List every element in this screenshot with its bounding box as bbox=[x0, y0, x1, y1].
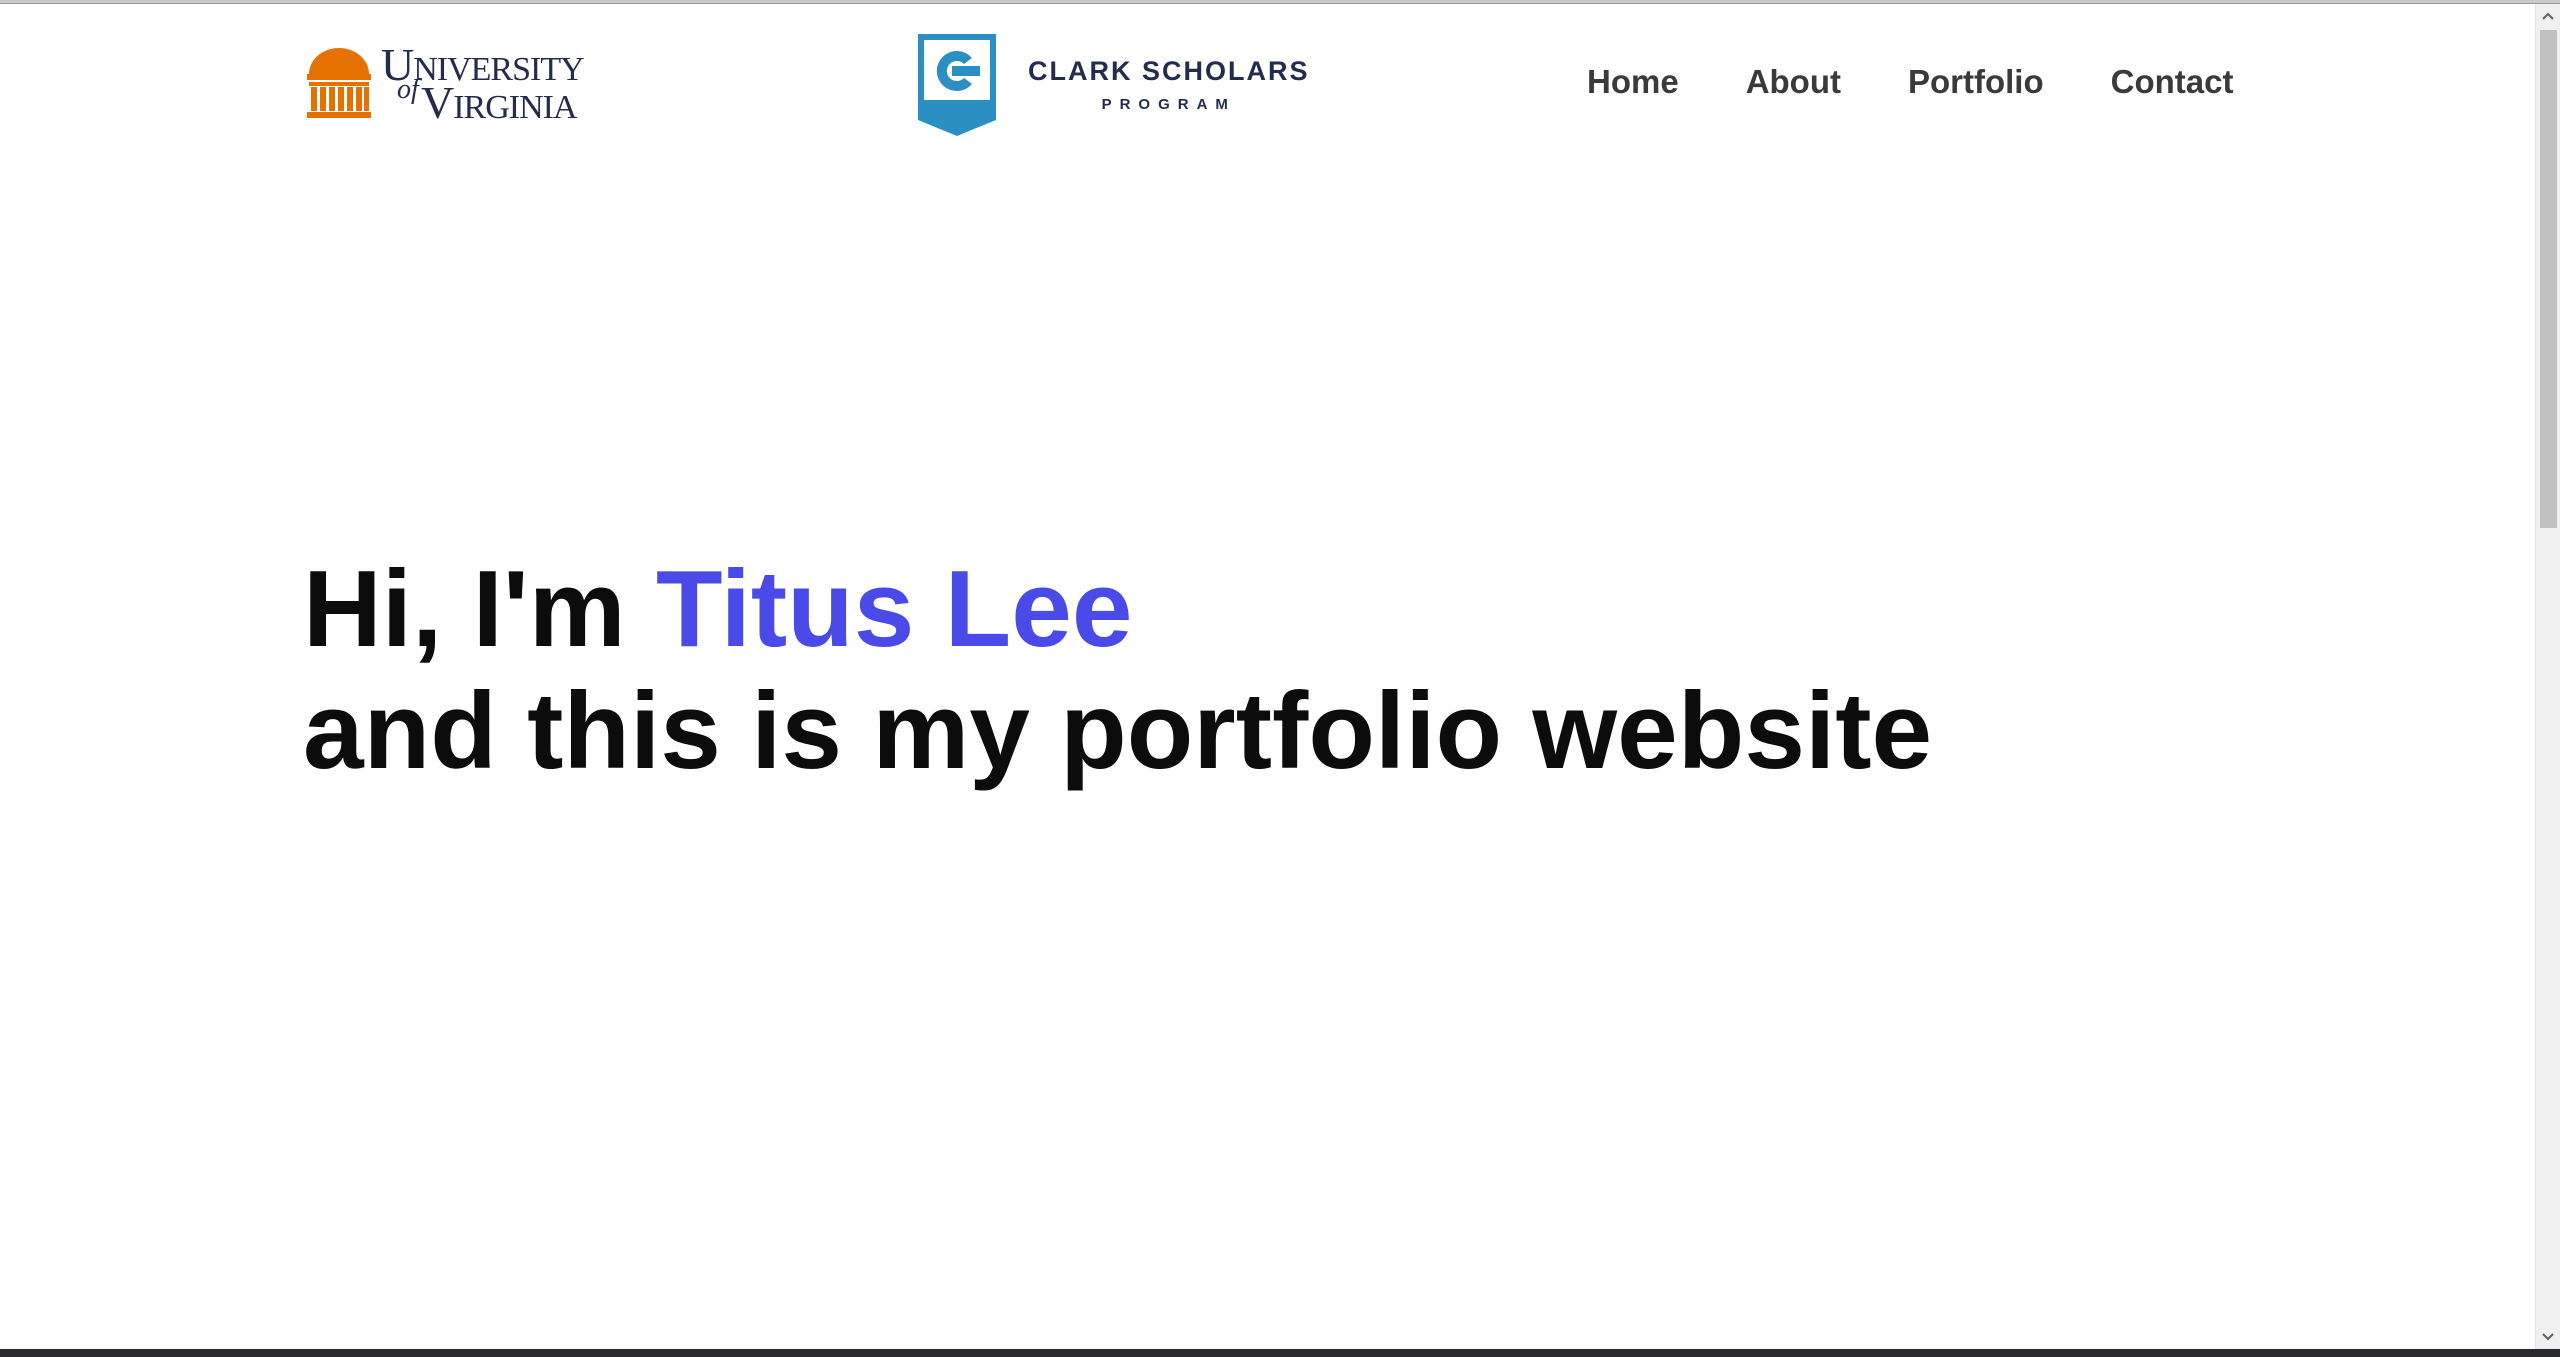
uva-of: of bbox=[397, 74, 419, 105]
hero-name: Titus Lee bbox=[655, 548, 1133, 670]
clark-text: CLARK SCHOLARS PROGRAM bbox=[1028, 56, 1310, 113]
uva-wordmark: UNIVERSITY of VIRGINIA bbox=[381, 42, 621, 126]
uva-line2: VIRGINIA bbox=[421, 77, 578, 128]
taskbar-edge bbox=[0, 1349, 2560, 1357]
clark-shield-icon bbox=[918, 34, 996, 136]
nav-portfolio-link[interactable]: Portfolio bbox=[1908, 62, 2044, 102]
chevron-down-icon[interactable] bbox=[2536, 1325, 2560, 1349]
hero-subline: and this is my portfolio website bbox=[303, 670, 1933, 792]
nav-about-link[interactable]: About bbox=[1746, 62, 1841, 102]
window-top-border bbox=[0, 0, 2560, 4]
main-nav: Home About Portfolio Contact bbox=[1587, 62, 2233, 102]
nav-contact-link[interactable]: Contact bbox=[2111, 62, 2234, 102]
uva-logo[interactable]: UNIVERSITY of VIRGINIA bbox=[305, 42, 623, 126]
hero-greeting: Hi, I'm bbox=[303, 548, 656, 670]
clark-title: CLARK SCHOLARS bbox=[1028, 56, 1310, 86]
clark-subtitle: PROGRAM bbox=[1101, 96, 1236, 113]
scrollbar-thumb[interactable] bbox=[2540, 30, 2557, 528]
rotunda-icon bbox=[307, 48, 371, 118]
clark-scholars-logo[interactable]: CLARK SCHOLARS PROGRAM bbox=[916, 32, 1312, 138]
hero-greeting-line: Hi, I'm Titus Lee bbox=[303, 548, 2303, 670]
nav-home-link[interactable]: Home bbox=[1587, 62, 1679, 102]
vertical-scrollbar[interactable] bbox=[2535, 4, 2560, 1349]
hero-section: Hi, I'm Titus Lee and this is my portfol… bbox=[303, 548, 2303, 792]
chevron-up-icon[interactable] bbox=[2536, 4, 2560, 28]
